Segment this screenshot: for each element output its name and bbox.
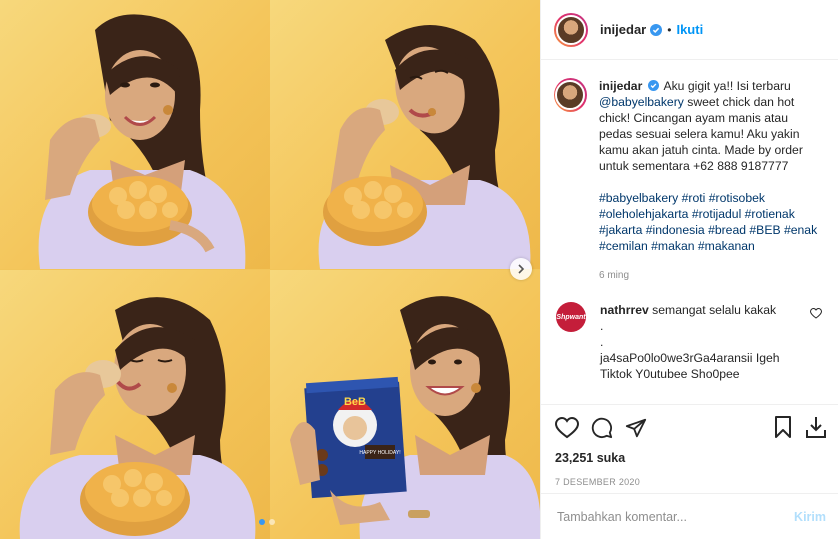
photo-panel-4: BeB HAPPY HOLIDAY! <box>270 270 540 539</box>
download-icon[interactable] <box>806 416 826 441</box>
photo-panel-1 <box>0 0 270 269</box>
verified-badge-icon <box>647 80 659 91</box>
next-slide-button[interactable] <box>510 258 532 280</box>
verified-badge-icon <box>650 23 663 36</box>
post-header: inijedar • Ikuti <box>541 0 838 60</box>
comment-text: ja4saPo0lo0we3rGa4aransii Igeh Tiktok Y0… <box>600 351 780 381</box>
comment-input[interactable] <box>557 509 795 524</box>
chevron-right-icon <box>518 264 525 274</box>
bookmark-icon[interactable] <box>774 415 792 441</box>
post-comment-button[interactable]: Kirim <box>794 510 826 524</box>
commenter-username[interactable]: nathrrev <box>600 303 649 317</box>
comment-text: . <box>600 319 604 333</box>
comment-item: Shpwant nathrrev semangat selalu kakak .… <box>554 302 824 382</box>
caption-avatar[interactable] <box>554 78 587 112</box>
carousel-indicator <box>259 519 275 525</box>
comments-section: inijedar Aku gigit ya!! Isi terbaru @bab… <box>541 61 838 395</box>
profile-avatar[interactable] <box>554 12 588 47</box>
like-count[interactable]: 23,251 suka <box>555 451 826 465</box>
box-brand: BeB <box>344 396 366 408</box>
photo-panel-2 <box>270 0 540 269</box>
username-link[interactable]: inijedar <box>600 22 646 37</box>
post-actions: 23,251 suka 7 DESEMBER 2020 <box>541 404 838 487</box>
photo-panel-3 <box>0 270 270 539</box>
post-sidebar: inijedar • Ikuti inijedar Aku gigit ya!!… <box>540 0 838 539</box>
comment-icon[interactable] <box>591 417 613 439</box>
box-greeting: HAPPY HOLIDAY! <box>359 450 400 456</box>
comment-text: . <box>600 335 604 349</box>
carousel-dot <box>269 519 275 525</box>
caption: inijedar Aku gigit ya!! Isi terbaru @bab… <box>554 78 824 284</box>
post-time: 6 ming <box>598 270 629 281</box>
commenter-avatar[interactable]: Shpwant <box>556 302 586 332</box>
comment-text: semangat selalu kakak <box>652 303 777 317</box>
comment-like-icon[interactable] <box>809 307 823 322</box>
separator: • <box>667 22 672 37</box>
hashtag-list[interactable]: #babyelbakery #roti #rotisobek #oleholeh… <box>599 190 824 254</box>
follow-button[interactable]: Ikuti <box>676 22 703 37</box>
share-icon[interactable] <box>625 417 647 439</box>
carousel-dot <box>259 519 265 525</box>
caption-text: Aku gigit ya!! Isi terbaru <box>663 79 791 93</box>
add-comment-form: Kirim <box>541 493 838 539</box>
like-icon[interactable] <box>555 417 579 439</box>
post-date: 7 DESEMBER 2020 <box>555 477 641 487</box>
caption-username[interactable]: inijedar <box>599 79 642 93</box>
post-image[interactable]: BeB HAPPY HOLIDAY! <box>0 0 540 539</box>
mention-link[interactable]: @babyelbakery <box>599 95 684 109</box>
